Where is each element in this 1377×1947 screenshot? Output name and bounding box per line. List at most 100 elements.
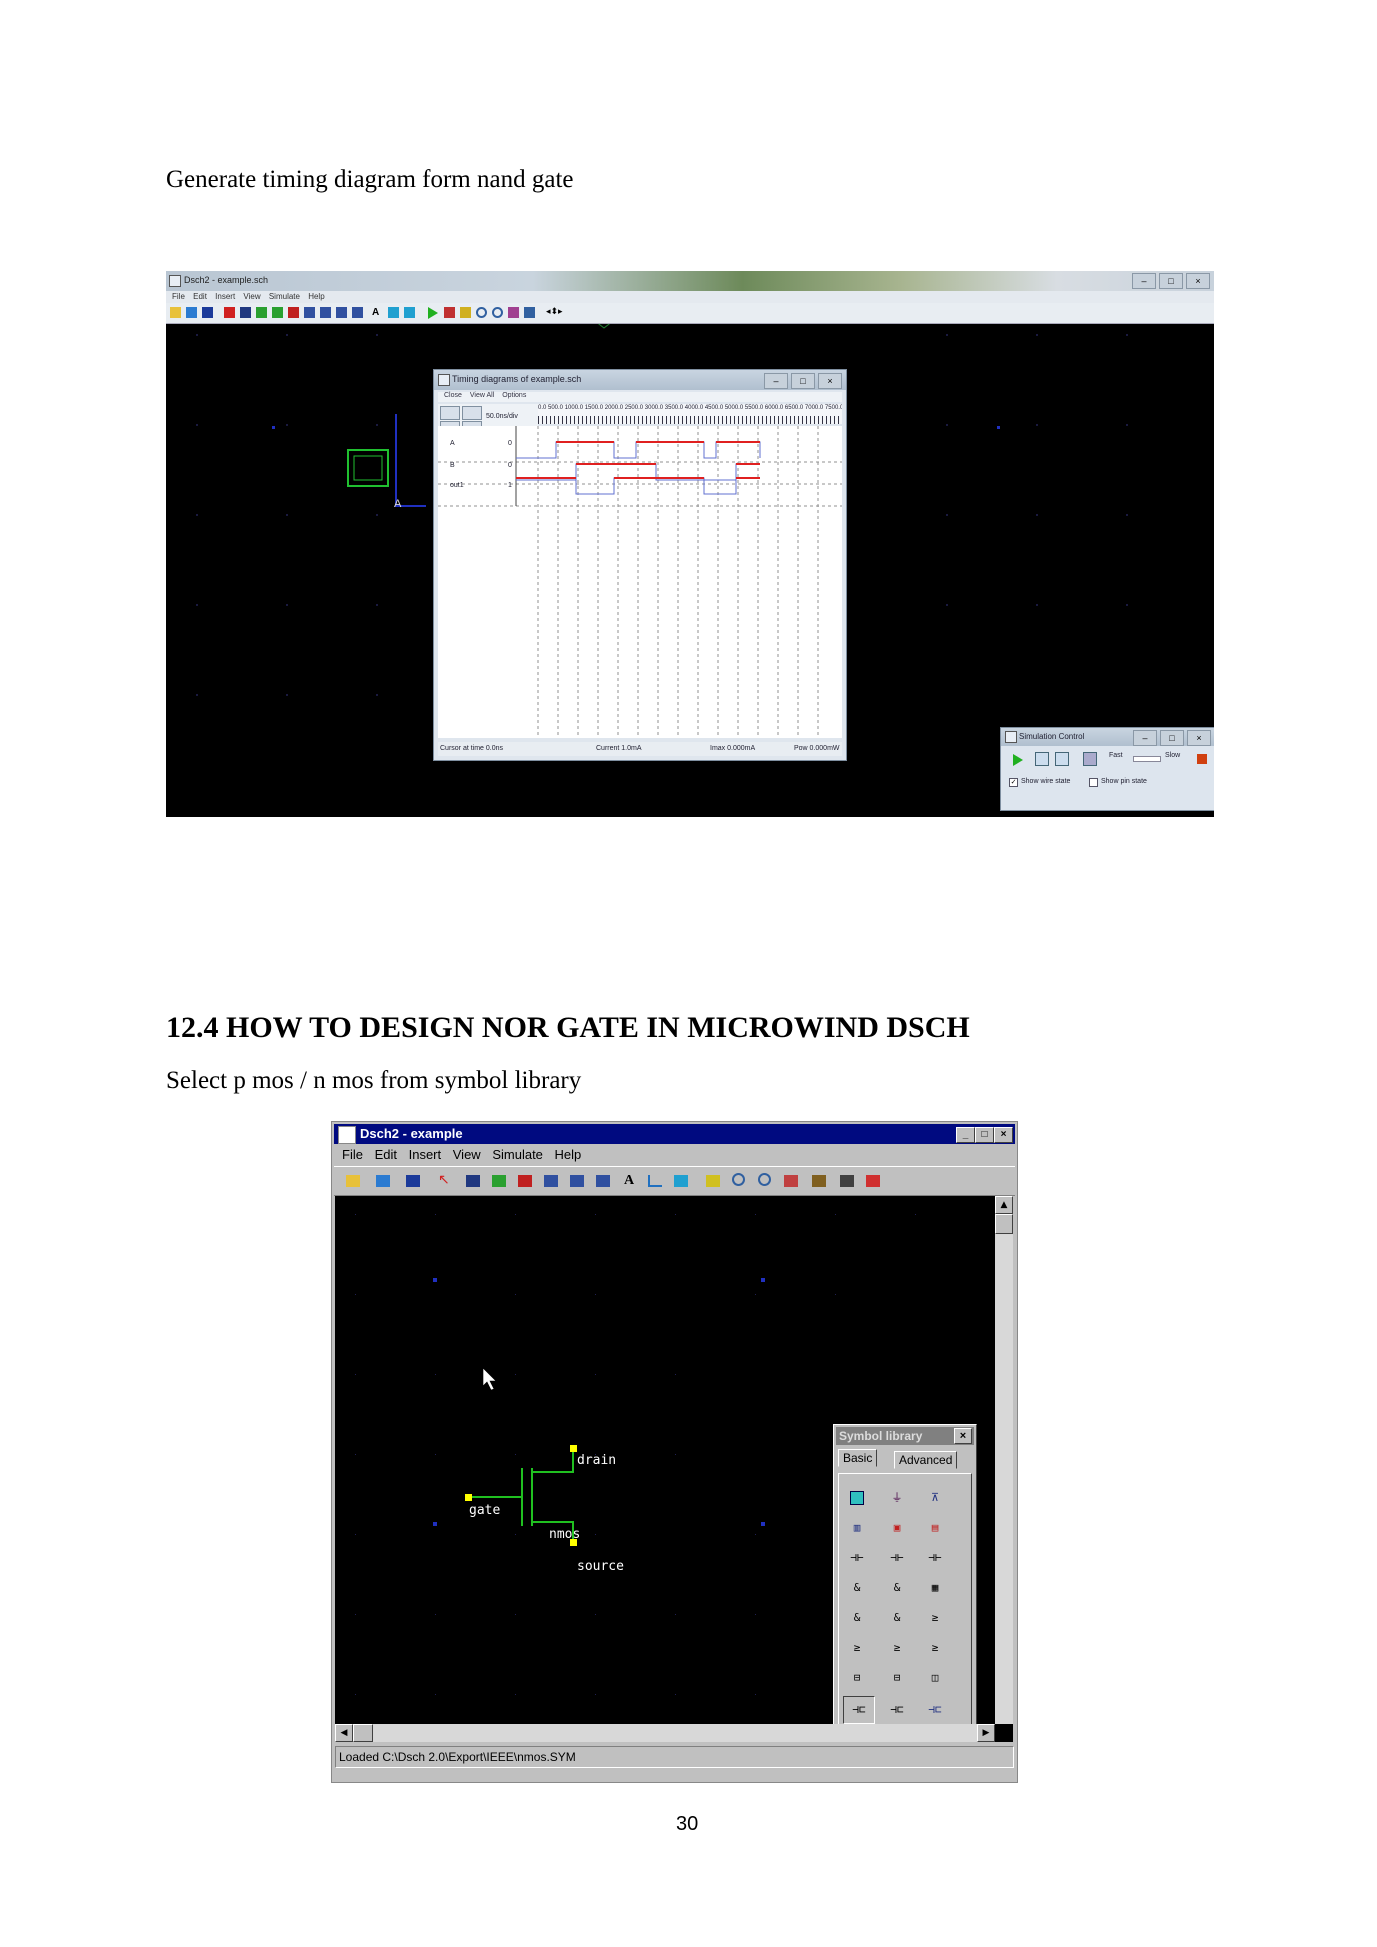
sim-close-button[interactable]: × <box>1187 730 1211 746</box>
export-icon[interactable] <box>406 1175 420 1187</box>
select-arrow-icon[interactable]: ↖ <box>438 1174 450 1188</box>
menu-edit[interactable]: Edit <box>375 1147 397 1162</box>
transmission-gate-icon[interactable]: ⊣⊏ <box>923 1700 947 1720</box>
copy-icon[interactable] <box>544 1175 558 1187</box>
timing-menu-close[interactable]: Close <box>444 392 462 399</box>
clock-symbol-icon[interactable]: ▥ <box>845 1518 869 1538</box>
menu-edit[interactable]: Edit <box>193 292 207 301</box>
maximize-button[interactable]: □ <box>1159 273 1183 289</box>
connect-icon[interactable] <box>596 1175 610 1187</box>
timing-menu-view-all[interactable]: View All <box>470 392 494 399</box>
scroll-right-icon[interactable]: ▶ <box>977 1724 995 1742</box>
timing-close-button[interactable]: × <box>818 373 842 389</box>
menu-view[interactable]: View <box>243 292 260 301</box>
xnor-symbol-icon[interactable]: ⊟ <box>885 1668 909 1688</box>
timing-menu-options[interactable]: Options <box>502 392 526 399</box>
and3-symbol-icon[interactable]: & <box>845 1608 869 1628</box>
scroll-up-icon[interactable]: ▲ <box>995 1196 1013 1214</box>
copy-icon[interactable] <box>304 307 315 318</box>
timing-maximize-button[interactable]: □ <box>791 373 815 389</box>
nand3-symbol-icon[interactable]: & <box>885 1608 909 1628</box>
open-icon[interactable] <box>170 307 181 318</box>
menu-help[interactable]: Help <box>308 292 324 301</box>
chrono-icon[interactable] <box>706 1175 720 1187</box>
gate-pin[interactable] <box>465 1494 472 1501</box>
flip-icon[interactable] <box>518 1175 532 1187</box>
move-icon[interactable] <box>240 307 251 318</box>
nmos-symbol-icon[interactable]: ⊣⊏ <box>843 1696 875 1724</box>
sim-stop-icon[interactable] <box>1055 752 1069 766</box>
menu-simulate[interactable]: Simulate <box>492 1147 543 1162</box>
bus-icon[interactable] <box>352 307 363 318</box>
horizontal-scrollbar[interactable]: ◀ ▶ <box>335 1724 995 1742</box>
vdd-symbol-icon[interactable]: ⊼ <box>923 1488 947 1508</box>
timing-minimize-button[interactable]: – <box>764 373 788 389</box>
minimize-button[interactable]: _ <box>956 1127 975 1143</box>
pmos-symbol-icon[interactable]: ⊣⊏ <box>885 1700 909 1720</box>
rotate-icon[interactable] <box>492 1175 506 1187</box>
flipflop-symbol-icon[interactable]: ◫ <box>923 1668 947 1688</box>
vertical-scrollbar[interactable]: ▲ <box>995 1196 1013 1724</box>
timing-icon[interactable] <box>444 307 455 318</box>
nand-symbol-icon[interactable]: & <box>885 1578 909 1598</box>
schematic-canvas[interactable]: drain gate nmos source Symbol library × … <box>335 1196 995 1724</box>
tab-basic[interactable]: Basic <box>838 1449 878 1467</box>
zoom-out-icon[interactable] <box>758 1173 771 1186</box>
vertical-scroll-thumb[interactable] <box>995 1214 1013 1234</box>
sim-play-icon[interactable] <box>1013 754 1023 766</box>
symbol-library-close-button[interactable]: × <box>954 1428 972 1444</box>
nor3-symbol-icon[interactable]: ≥ <box>923 1638 947 1658</box>
close-button[interactable]: × <box>1186 273 1210 289</box>
ground-symbol-icon[interactable]: ⏚ <box>885 1488 909 1508</box>
and-symbol-icon[interactable]: & <box>845 1578 869 1598</box>
close-button[interactable]: × <box>994 1127 1013 1143</box>
inverter-symbol-icon[interactable]: ⊣⊢ <box>885 1548 909 1568</box>
sim-step-icon[interactable] <box>1035 752 1049 766</box>
nor-symbol-icon[interactable]: ≥ <box>845 1638 869 1658</box>
show-wire-checkbox[interactable]: ✓ <box>1009 778 1018 787</box>
sim-maximize-button[interactable]: □ <box>1160 730 1184 746</box>
text-icon[interactable]: A <box>372 307 383 318</box>
export-icon[interactable] <box>202 307 213 318</box>
zoom-out-icon[interactable] <box>492 307 503 318</box>
or3-symbol-icon[interactable]: ≥ <box>885 1638 909 1658</box>
wire-icon[interactable] <box>404 307 415 318</box>
open-icon[interactable] <box>346 1175 360 1187</box>
save-icon[interactable] <box>376 1175 390 1187</box>
minimize-button[interactable]: – <box>1132 273 1156 289</box>
mirror-icon[interactable] <box>288 307 299 318</box>
sim-stop-button[interactable] <box>1197 754 1207 764</box>
buffer-symbol-icon[interactable]: ⊣⊢ <box>845 1548 869 1568</box>
tab-advanced[interactable]: Advanced <box>894 1451 958 1469</box>
verilog-icon[interactable] <box>524 307 535 318</box>
menu-view[interactable]: View <box>453 1147 481 1162</box>
text-icon[interactable]: A <box>624 1173 635 1188</box>
wire-icon[interactable] <box>648 1175 662 1187</box>
duplicate-icon[interactable] <box>320 307 331 318</box>
menu-file[interactable]: File <box>342 1147 363 1162</box>
move-icon[interactable] <box>466 1175 480 1187</box>
zoom-in-icon[interactable] <box>732 1173 745 1186</box>
verilog-icon[interactable] <box>812 1175 826 1187</box>
rotate-icon[interactable] <box>256 307 267 318</box>
or-symbol-icon[interactable]: ≥ <box>923 1608 947 1628</box>
save-icon[interactable] <box>186 307 197 318</box>
display-symbol-icon[interactable]: ▤ <box>923 1518 947 1538</box>
line-icon[interactable] <box>388 307 399 318</box>
chrono-icon[interactable] <box>460 307 471 318</box>
zoom-in-timing-icon[interactable] <box>440 406 460 420</box>
drain-pin[interactable] <box>570 1445 577 1452</box>
flip-icon[interactable] <box>272 307 283 318</box>
sim-speed-slider[interactable] <box>1133 756 1161 762</box>
xor-symbol-icon[interactable]: ⊟ <box>845 1668 869 1688</box>
zoom-out-timing-icon[interactable] <box>462 406 482 420</box>
menu-file[interactable]: File <box>172 292 185 301</box>
line-icon[interactable] <box>674 1175 688 1187</box>
tristate-symbol-icon[interactable]: ⊣⊢ <box>923 1548 947 1568</box>
sim-minimize-button[interactable]: – <box>1133 730 1157 746</box>
register-symbol-icon[interactable]: ▦ <box>923 1578 947 1598</box>
duplicate-icon[interactable] <box>570 1175 584 1187</box>
menu-simulate[interactable]: Simulate <box>269 292 300 301</box>
scroll-left-icon[interactable]: ◀ <box>335 1724 353 1742</box>
button-symbol-icon[interactable] <box>850 1491 864 1505</box>
